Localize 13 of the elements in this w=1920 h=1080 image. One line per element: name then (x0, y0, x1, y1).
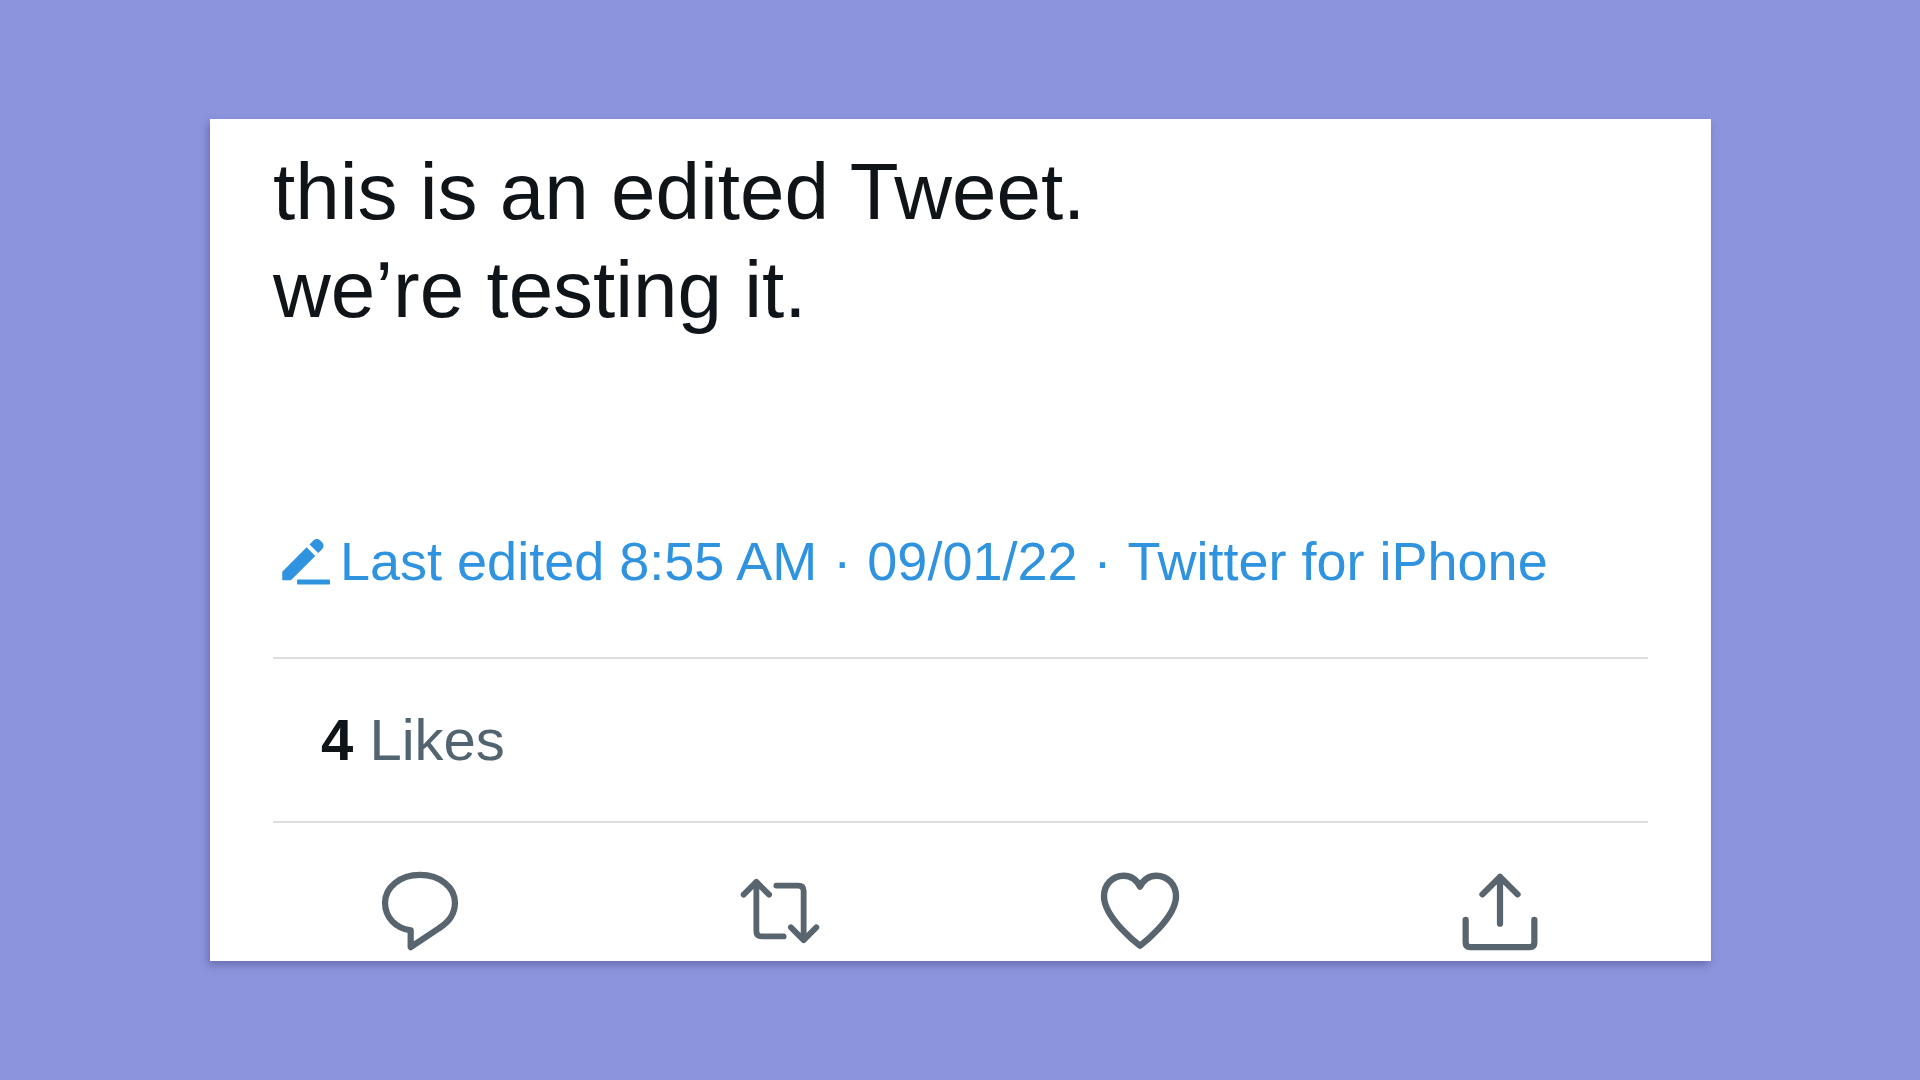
speech-bubble-icon (380, 871, 460, 951)
source-app-link[interactable]: Twitter for iPhone (1127, 528, 1548, 594)
likes-count-link[interactable]: 4 Likes (321, 706, 505, 774)
edit-timestamp-link[interactable]: Last edited 8:55 AM (340, 528, 818, 594)
share-upload-icon (1460, 871, 1540, 951)
like-button[interactable] (1100, 871, 1180, 951)
date-link[interactable]: 09/01/22 (867, 528, 1078, 594)
tweet-text: this is an edited Tweet. we’re testing it. (273, 146, 1086, 336)
meta-separator: · (832, 530, 853, 593)
heart-icon (1100, 871, 1180, 951)
reply-button[interactable] (380, 871, 460, 951)
meta-separator: · (1092, 530, 1113, 593)
share-button[interactable] (1460, 871, 1540, 951)
